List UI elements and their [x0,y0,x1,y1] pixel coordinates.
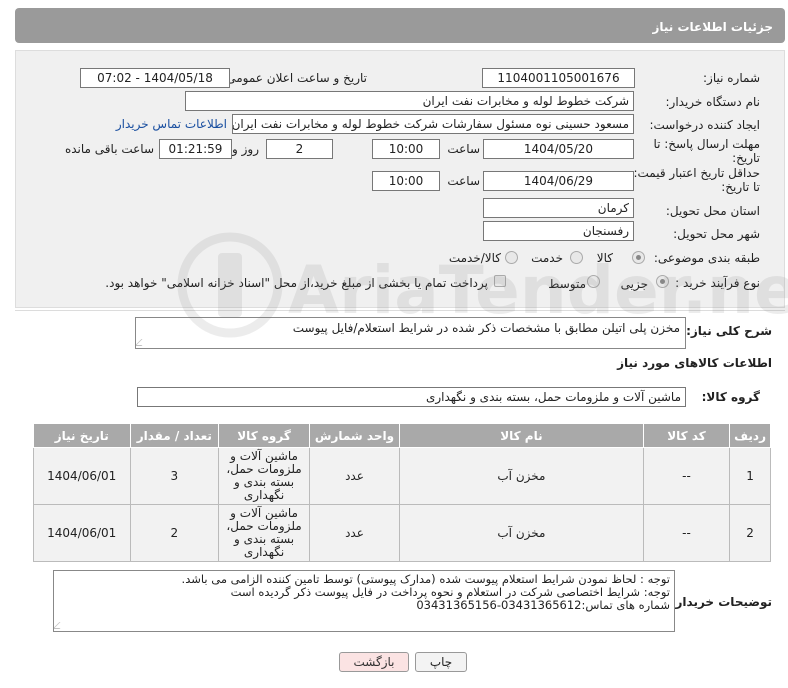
column-header-item-code: کد کالا [642,423,731,448]
table-row[interactable]: 1 -- مخزن آب عدد ماشین آلات و ملزومات حم… [33,447,771,505]
buyer-notes-label: توضیحات خریدار: [670,595,772,609]
category-label: طبقه بندی موضوعی: [653,251,760,265]
days-remaining-field[interactable]: 2 [266,139,333,159]
column-header-need-date: تاریخ نیاز [33,423,131,448]
table-header-row: ردیف کد کالا نام کالا واحد شمارش گروه کا… [33,423,771,448]
column-header-quantity: تعداد / مقدار [129,423,220,448]
goods-group-label: گروه کالا: [701,390,760,404]
creator-field[interactable]: مسعود حسینی نوه مسئول سفارشات شرکت خطوط … [232,114,634,134]
cell-need-date: 1404/06/01 [33,447,131,505]
print-button[interactable]: چاپ [415,652,467,672]
goods-table: ردیف کد کالا نام کالا واحد شمارش گروه کا… [33,423,771,562]
process-label: نوع فرآیند خرید : [675,276,760,290]
process-option-medium: متوسط [548,277,586,291]
validity-label-line1: حداقل تاریخ اعتبار قیمت: [633,166,760,180]
category-option-service: خدمت [531,251,563,265]
announce-date-label: تاریخ و ساعت اعلان عمومی: [222,71,367,85]
goods-group-field[interactable]: ماشین آلات و ملزومات حمل، بسته بندی و نگ… [137,387,686,407]
days-label: روز و [232,142,259,156]
cell-item-group: ماشین آلات و ملزومات حمل، بسته بندی و نگ… [218,504,310,562]
cell-need-date: 1404/06/01 [33,504,131,562]
city-label: شهر محل تحویل: [673,227,760,241]
cell-row-number: 1 [729,447,771,505]
announce-date-field[interactable]: 1404/05/18 - 07:02 [80,68,230,88]
deadline-label-line1: مهلت ارسال پاسخ: تا [653,137,760,151]
time-remaining-field[interactable]: 01:21:59 [159,139,232,159]
process-radio-minor[interactable] [656,275,669,288]
category-option-goods: کالا [596,251,613,265]
description-textarea[interactable]: مخزن پلی اتیلن مطابق با مشخصات ذکر شده د… [135,317,686,349]
cell-item-name: مخزن آب [398,504,644,562]
need-number-label: شماره نیاز: [703,71,760,85]
treasury-note: پرداخت تمام یا بخشی از مبلغ خرید،از محل … [105,276,488,290]
column-header-item-group: گروه کالا [218,423,310,448]
cell-item-group: ماشین آلات و ملزومات حمل، بسته بندی و نگ… [218,447,310,505]
validity-date-field[interactable]: 1404/06/29 [483,171,634,191]
buyer-notes-textarea[interactable]: توجه : لحاظ نمودن شرایط استعلام پیوست شد… [53,570,675,632]
resize-handle-icon[interactable] [54,622,67,629]
treasury-checkbox[interactable] [494,275,506,287]
goods-section-title: اطلاعات کالاهای مورد نیاز [617,356,772,370]
deadline-time-field[interactable]: 10:00 [372,139,440,159]
page-header: جزئیات اطلاعات نیاز [15,8,785,43]
back-button[interactable]: بازگشت [339,652,409,672]
process-radio-medium[interactable] [587,275,600,288]
description-label: شرح کلی نیاز: [686,324,772,338]
validity-time-label: ساعت [447,174,480,188]
process-option-minor: جزیی [620,277,648,291]
cell-item-code: -- [642,504,731,562]
page-title: جزئیات اطلاعات نیاز [652,20,773,34]
table-row[interactable]: 2 -- مخزن آب عدد ماشین آلات و ملزومات حم… [33,504,771,562]
cell-quantity: 2 [129,504,220,562]
validity-label-line2: تا تاریخ: [721,180,760,194]
cell-item-name: مخزن آب [398,447,644,505]
column-header-item-name: نام کالا [398,423,644,448]
cell-item-code: -- [642,447,731,505]
category-radio-goods-service[interactable] [505,251,518,264]
city-field[interactable]: رفسنجان [483,221,634,241]
category-option-goods-service: کالا/خدمت [448,251,501,265]
buyer-org-field[interactable]: شرکت خطوط لوله و مخابرات نفت ایران [185,91,634,111]
column-header-unit: واحد شمارش [308,423,400,448]
cell-unit: عدد [308,504,400,562]
column-header-row-number: ردیف [729,423,771,448]
description-text: مخزن پلی اتیلن مطابق با مشخصات ذکر شده د… [292,321,680,335]
validity-time-field[interactable]: 10:00 [372,171,440,191]
cell-unit: عدد [308,447,400,505]
deadline-time-label: ساعت [447,142,480,156]
buyer-org-label: نام دستگاه خریدار: [665,95,761,109]
cell-row-number: 2 [729,504,771,562]
creator-label: ایجاد کننده درخواست: [649,118,760,132]
deadline-date-field[interactable]: 1404/05/20 [483,139,634,159]
deadline-label-line2: تاریخ: [732,151,760,165]
buyer-note-line: شماره های تماس:03431365612-03431365156 [416,598,670,612]
category-radio-service[interactable] [570,251,583,264]
category-radio-goods[interactable] [632,251,645,264]
time-remaining-label: ساعت باقی مانده [64,142,154,156]
resize-handle-icon[interactable] [136,339,149,346]
buyer-contact-link[interactable]: اطلاعات تماس خریدار [116,117,227,131]
province-label: استان محل تحویل: [665,204,760,218]
cell-quantity: 3 [129,447,220,505]
need-number-field[interactable]: 1104001105001676 [482,68,635,88]
divider [15,310,785,311]
province-field[interactable]: کرمان [483,198,634,218]
